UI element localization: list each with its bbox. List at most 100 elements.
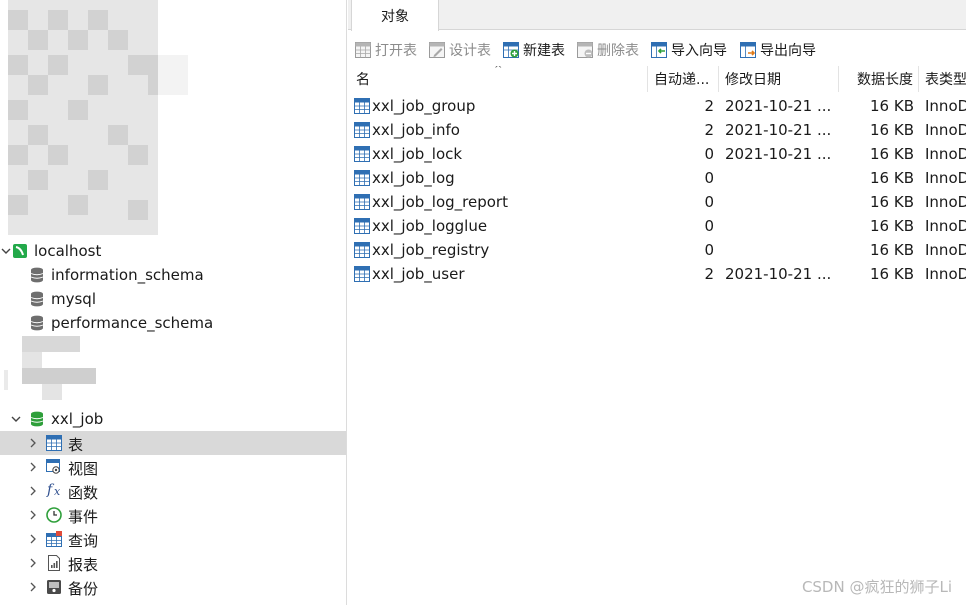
open-table-button[interactable]: 打开表 (355, 36, 417, 64)
column-header-auto-increment[interactable]: 自动递... (648, 66, 719, 92)
cell-data-length: 16 KB (839, 262, 914, 286)
table-row[interactable]: xxl_job_logglue 0 16 KB InnoDB (348, 214, 966, 238)
chevron-right-icon[interactable] (27, 509, 39, 521)
objects-table: 名 ^ 自动递... 修改日期 数据长度 表类型 xxl_job_group 2 2… (348, 66, 966, 605)
cell-table-type-text: InnoDB (925, 97, 966, 115)
database-icon (29, 291, 45, 307)
cell-table-name: xxl_job_user (354, 262, 646, 286)
redacted-area (0, 0, 190, 235)
cell-data-length-text: 16 KB (870, 145, 914, 163)
table-row[interactable]: xxl_job_log 0 16 KB InnoDB (348, 166, 966, 190)
cell-data-length-text: 16 KB (870, 217, 914, 235)
table-row[interactable]: xxl_job_info 2 2021-10-21 ... 16 KB InnoDB (348, 118, 966, 142)
tree-category-views[interactable]: 视图 (0, 455, 346, 479)
category-label: 函数 (68, 484, 99, 502)
tree-category-functions[interactable]: fx 函数 (0, 479, 346, 503)
table-icon (354, 98, 372, 114)
chevron-right-icon[interactable] (27, 461, 39, 473)
open-table-icon (355, 42, 371, 58)
cell-data-length-text: 16 KB (870, 265, 914, 283)
cell-table-type: InnoDB (925, 94, 966, 118)
category-label: 备份 (68, 580, 99, 598)
tree-connection-localhost[interactable]: localhost (0, 239, 346, 263)
cell-table-name-text: xxl_job_lock (372, 145, 463, 163)
cell-table-name-text: xxl_job_group (372, 97, 476, 115)
column-header-name[interactable]: 名 ^ (350, 66, 648, 92)
cell-data-length-text: 16 KB (870, 97, 914, 115)
cell-data-length-text: 16 KB (870, 169, 914, 187)
connection-label: localhost (34, 242, 102, 260)
function-icon: fx (46, 481, 66, 498)
cell-auto-increment-text: 0 (704, 193, 714, 211)
table-icon (354, 170, 372, 186)
tab-objects[interactable]: 对象 (351, 0, 439, 31)
table-header: 名 ^ 自动递... 修改日期 数据长度 表类型 (348, 66, 966, 92)
tree-database-xxl-job[interactable]: xxl_job (0, 407, 346, 431)
import-wizard-button[interactable]: 导入向导 (651, 36, 727, 64)
category-label: 事件 (68, 508, 99, 526)
table-icon (354, 122, 372, 138)
cell-auto-increment: 0 (648, 142, 714, 166)
tree-database-mysql[interactable]: mysql (0, 287, 346, 311)
cell-modified-date (725, 190, 837, 214)
table-icon (354, 194, 372, 210)
chevron-right-icon[interactable] (27, 557, 39, 569)
delete-table-label: 删除表 (597, 43, 639, 59)
tree-category-tables[interactable]: 表 (0, 431, 346, 455)
cell-auto-increment: 0 (648, 190, 714, 214)
chevron-right-icon[interactable] (27, 581, 39, 593)
chevron-right-icon[interactable] (27, 485, 39, 497)
tree-category-events[interactable]: 事件 (0, 503, 346, 527)
cell-table-type: InnoDB (925, 214, 966, 238)
database-open-icon (29, 411, 45, 427)
watermark: CSDN @疯狂的狮子Li (801, 578, 952, 596)
table-row[interactable]: xxl_job_log_report 0 16 KB InnoDB (348, 190, 966, 214)
cell-table-type: InnoDB (925, 142, 966, 166)
table-row[interactable]: xxl_job_registry 0 16 KB InnoDB (348, 238, 966, 262)
tree-category-backups[interactable]: 备份 (0, 575, 346, 599)
sort-ascending-icon: ^ (494, 66, 503, 75)
column-header-data-length[interactable]: 数据长度 (839, 66, 919, 92)
navicat-window: localhost information_schema mysql perfo… (0, 0, 966, 605)
database-label: information_schema (51, 266, 204, 284)
tree-category-reports[interactable]: 报表 (0, 551, 346, 575)
delete-table-button[interactable]: 删除表 (577, 36, 639, 64)
cell-table-name-text: xxl_job_logglue (372, 217, 488, 235)
cell-modified-date: 2021-10-21 ... (725, 142, 837, 166)
chevron-down-icon[interactable] (0, 245, 12, 257)
cell-auto-increment-text: 2 (704, 97, 714, 115)
export-wizard-button[interactable]: 导出向导 (740, 36, 816, 64)
cell-table-name-text: xxl_job_info (372, 121, 460, 139)
cell-data-length: 16 KB (839, 166, 914, 190)
connection-icon (12, 243, 28, 259)
cell-modified-date: 2021-10-21 ... (725, 118, 837, 142)
chevron-right-icon[interactable] (27, 437, 39, 449)
view-icon (46, 459, 62, 475)
cell-data-length-text: 16 KB (870, 193, 914, 211)
column-header-modified-date[interactable]: 修改日期 (719, 66, 839, 92)
chevron-down-icon[interactable] (10, 413, 22, 425)
delete-table-icon (577, 42, 593, 58)
tree-database-information-schema[interactable]: information_schema (0, 263, 346, 287)
cell-auto-increment-text: 0 (704, 169, 714, 187)
chevron-right-icon[interactable] (27, 533, 39, 545)
design-table-label: 设计表 (449, 43, 491, 59)
tree-database-performance-schema[interactable]: performance_schema (0, 311, 346, 335)
category-label: 视图 (68, 460, 99, 478)
table-icon (354, 242, 372, 258)
report-icon (46, 555, 62, 571)
new-table-icon (503, 42, 519, 58)
cell-table-type-text: InnoDB (925, 145, 966, 163)
cell-data-length: 16 KB (839, 214, 914, 238)
column-header-table-type[interactable]: 表类型 (919, 66, 966, 92)
cell-table-name: xxl_job_log (354, 166, 646, 190)
table-row[interactable]: xxl_job_user 2 2021-10-21 ... 16 KB InnoDB (348, 262, 966, 286)
tab-strip: 对象 (348, 0, 966, 31)
table-row[interactable]: xxl_job_lock 0 2021-10-21 ... 16 KB InnoDB (348, 142, 966, 166)
tree-category-queries[interactable]: 查询 (0, 527, 346, 551)
cell-table-name-text: xxl_job_log (372, 169, 455, 187)
table-row[interactable]: xxl_job_group 2 2021-10-21 ... 16 KB InnoDB (348, 94, 966, 118)
design-table-button[interactable]: 设计表 (429, 36, 491, 64)
cell-table-name: xxl_job_logglue (354, 214, 646, 238)
new-table-button[interactable]: 新建表 (503, 36, 565, 64)
